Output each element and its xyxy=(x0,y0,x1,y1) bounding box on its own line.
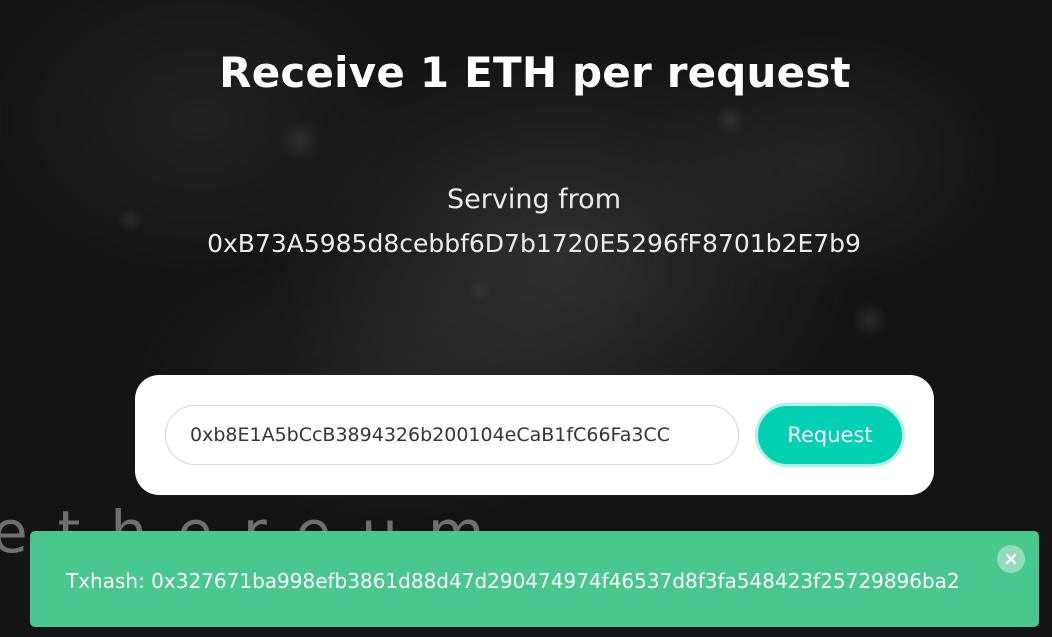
serving-label: Serving from xyxy=(447,184,621,215)
serving-address: 0xB73A5985d8cebbf6D7b1720E5296fF8701b2E7… xyxy=(207,229,861,258)
txhash-text: Txhash: 0x327671ba998efb3861d88d47d29047… xyxy=(66,569,960,593)
close-button[interactable] xyxy=(997,545,1025,573)
request-button[interactable]: Request xyxy=(755,403,905,467)
notification: Txhash: 0x327671ba998efb3861d88d47d29047… xyxy=(30,531,1039,627)
request-card: Request xyxy=(135,375,934,495)
page-title: Receive 1 ETH per request xyxy=(219,48,851,97)
address-input[interactable] xyxy=(165,405,739,465)
close-icon xyxy=(1005,553,1017,565)
